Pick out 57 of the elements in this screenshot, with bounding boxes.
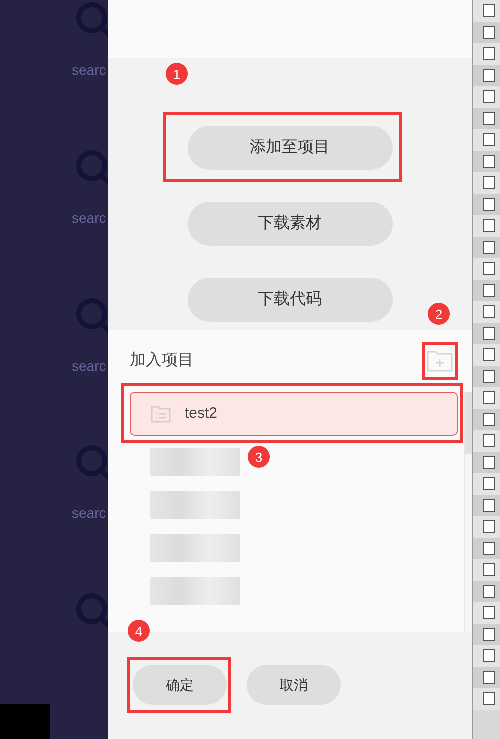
checkbox[interactable] (483, 649, 495, 662)
checkbox[interactable] (483, 90, 495, 104)
tile-caption: searc (72, 504, 108, 524)
checkbox[interactable] (483, 219, 495, 232)
action-button[interactable]: 下载素材 (188, 202, 392, 246)
footer-button[interactable]: 确定 (133, 665, 227, 705)
tile-caption: searc (72, 61, 108, 80)
new-folder-button[interactable] (422, 342, 458, 380)
checkbox[interactable] (483, 434, 495, 448)
checkbox[interactable] (483, 68, 495, 82)
checkbox[interactable] (483, 628, 495, 641)
checkbox[interactable] (483, 176, 495, 190)
folder-plus-icon (427, 350, 453, 372)
checkbox[interactable] (483, 692, 495, 706)
folder-icon (151, 405, 171, 423)
annotation-badge: 3 (248, 446, 270, 468)
checkbox[interactable] (483, 498, 495, 512)
checkbox[interactable] (483, 542, 495, 555)
checkbox[interactable] (483, 112, 495, 125)
checkbox[interactable] (483, 326, 495, 340)
annotation-badge: 4 (128, 620, 150, 642)
checkbox[interactable] (483, 198, 495, 211)
checkbox[interactable] (483, 584, 495, 598)
checkbox[interactable] (483, 262, 495, 276)
project-item[interactable]: test2 (130, 392, 458, 436)
checkbox[interactable] (483, 412, 495, 426)
tile-caption: searc (72, 356, 108, 376)
search-icon (74, 443, 108, 484)
checkbox[interactable] (483, 477, 495, 490)
tile-caption: searc (72, 208, 108, 228)
redaction-block (0, 704, 50, 739)
checkbox[interactable] (483, 520, 495, 534)
checkbox[interactable] (483, 670, 495, 684)
checkbox[interactable] (483, 133, 495, 146)
action-button[interactable]: 添加至项目 (188, 126, 392, 170)
checkbox[interactable] (483, 154, 495, 168)
checkbox[interactable] (483, 284, 495, 297)
annotation-badge: 1 (166, 63, 188, 85)
search-icon (74, 296, 108, 336)
checkbox[interactable] (483, 305, 495, 318)
checkbox[interactable] (483, 4, 495, 18)
checkbox[interactable] (483, 26, 495, 39)
search-icon (74, 0, 108, 40)
action-button[interactable]: 下载代码 (188, 278, 392, 322)
scrollbar[interactable] (464, 392, 472, 632)
checkbox[interactable] (483, 563, 495, 576)
checkbox[interactable] (483, 606, 495, 620)
search-icon (74, 591, 108, 632)
checkbox[interactable] (483, 391, 495, 404)
checkbox[interactable] (483, 348, 495, 362)
checkbox[interactable] (483, 47, 495, 60)
checkbox[interactable] (483, 370, 495, 383)
search-icon (74, 148, 108, 188)
section-title: 加入项目 (130, 350, 194, 371)
checkbox[interactable] (483, 240, 495, 254)
footer-button[interactable]: 取消 (247, 665, 341, 705)
checkbox[interactable] (483, 456, 495, 469)
